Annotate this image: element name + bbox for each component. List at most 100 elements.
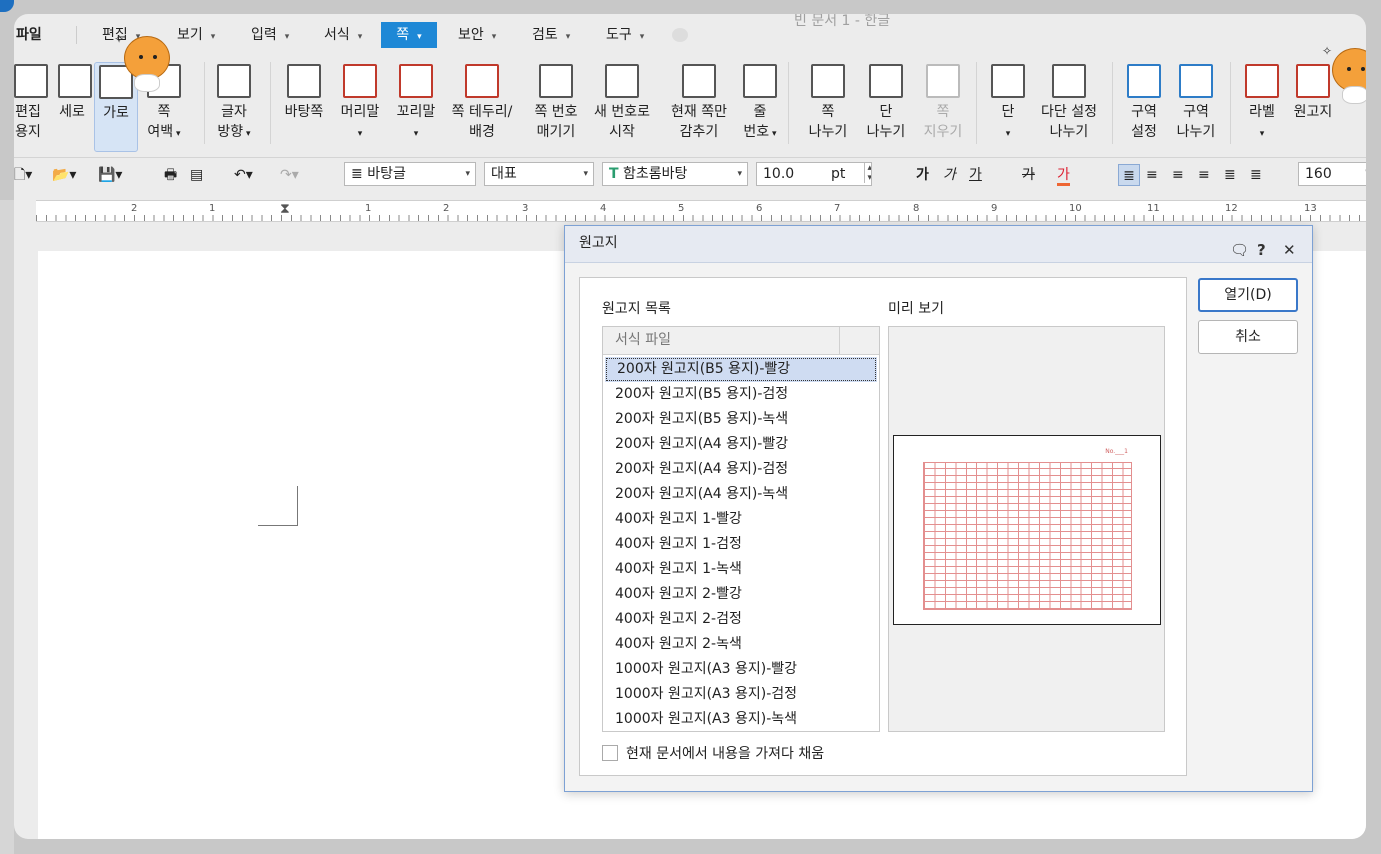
zoom-field[interactable]: 160% [1298, 162, 1366, 186]
ribbon-button-footer[interactable]: 꼬리말 ▾ [392, 62, 440, 152]
font-select[interactable]: T 함초롬바탕 ▾ [602, 162, 748, 186]
ruler-tick-label: 13 [1304, 203, 1317, 214]
menu-page[interactable]: 쪽 ▾ [381, 22, 437, 48]
list-item[interactable]: 400자 원고지 1-녹색 [603, 557, 879, 582]
header-icon [343, 64, 377, 98]
format-toolbar: 🗋▾ 📂▾ 💾▾ 🖶 ▤ ↶▾ ↷▾ ≣ 바탕글 ▾ 대표 ▾ T 함초롬바탕 ▾ 1… [14, 160, 1366, 190]
open-button[interactable]: 열기(D) [1198, 278, 1298, 312]
redo-icon[interactable]: ↷▾ [280, 164, 299, 186]
ribbon-button-page-setup[interactable]: 편집 용지 [14, 62, 48, 152]
preview-label: 미리 보기 [888, 301, 944, 317]
list-header[interactable]: 서식 파일 [603, 327, 879, 355]
menu-security[interactable]: 보안 ▾ [452, 22, 502, 48]
ribbon-button-master-page[interactable]: 바탕쪽 [278, 62, 330, 152]
page-number-icon [539, 64, 573, 98]
ribbon-button-page-border[interactable]: 쪽 테두리/배경 [446, 62, 518, 152]
dialog-panel: 원고지 목록 미리 보기 서식 파일 200자 원고지(B5 용지)-빨강 200… [579, 277, 1187, 776]
menu-file[interactable]: 파일 [14, 22, 48, 48]
ribbon-button-text-direction[interactable]: 글자 방향 ▾ [214, 62, 254, 152]
align-justify-icon[interactable]: ≣ [1118, 164, 1140, 186]
ribbon-button-label: 줄 [753, 104, 767, 120]
ribbon-button-columns[interactable]: 단 ▾ [986, 62, 1030, 152]
open-folder-icon[interactable]: 📂▾ [52, 164, 76, 186]
ribbon-button-portrait[interactable]: 세로 [58, 62, 92, 152]
menu-tools[interactable]: 도구 ▾ [600, 22, 650, 48]
ribbon-button-label: 쪽 [821, 104, 835, 120]
ribbon-button-manuscript-paper[interactable]: 원고지 [1288, 62, 1338, 152]
align-divide-icon[interactable]: ≣ [1250, 164, 1262, 186]
menu-review[interactable]: 검토 ▾ [526, 22, 576, 48]
ribbon-button-label: 나누기 [866, 124, 906, 140]
list-item[interactable]: 1000자 원고지(A3 용지)-검정 [603, 682, 879, 707]
print-icon[interactable]: 🖶 [164, 164, 177, 186]
list-item[interactable]: 1000자 원고지(A3 용지)-녹색 [603, 707, 879, 732]
bold-button[interactable]: 가 [916, 164, 929, 186]
ribbon-button-page-break[interactable]: 쪽나누기 [804, 62, 852, 152]
ribbon-separator [788, 62, 789, 144]
save-icon[interactable]: 💾▾ [98, 164, 122, 186]
ribbon-button-delete-page[interactable]: 쪽 지우기 [920, 62, 966, 152]
column-break-icon [869, 64, 903, 98]
list-item[interactable]: 200자 원고지(A4 용지)-녹색 [603, 482, 879, 507]
user-icon[interactable] [672, 28, 688, 42]
align-distribute-icon[interactable]: ≣ [1224, 164, 1236, 186]
ribbon-button-column-break[interactable]: 단 나누기 [862, 62, 910, 152]
cancel-button[interactable]: 취소 [1198, 320, 1298, 354]
ribbon-button-label: 나누기 [1049, 124, 1089, 140]
font-size-field[interactable]: 10.0 pt ▴ ▾ [756, 162, 872, 186]
fill-content-checkbox[interactable]: 현재 문서에서 내용을 가져다 채움 [602, 743, 824, 763]
list-item[interactable]: 200자 원고지(B5 용지)-빨강 [605, 357, 877, 382]
new-document-icon[interactable]: 🗋▾ [14, 164, 32, 186]
ribbon-button-label[interactable]: 라벨 ▾ [1242, 62, 1282, 152]
strike-button[interactable]: 가 [1022, 164, 1035, 186]
close-icon[interactable]: ✕ [1283, 233, 1296, 267]
ribbon-button-line-number[interactable]: 줄 번호 ▾ [738, 62, 782, 152]
ribbon-button-label: 나누기 [808, 124, 848, 140]
list-item[interactable]: 1000자 원고지(A3 용지)-빨강 [603, 657, 879, 682]
list-item[interactable]: 200자 원고지(B5 용지)-검정 [603, 382, 879, 407]
ruler-tick-label: 10 [1069, 203, 1082, 214]
style-select[interactable]: ≣ 바탕글 ▾ [344, 162, 476, 186]
undo-icon[interactable]: ↶▾ [234, 164, 253, 186]
checkbox-box[interactable] [602, 745, 618, 761]
ribbon-button-hide-page[interactable]: 현재 쪽만 감추기 [660, 62, 738, 152]
ribbon-button-section-break[interactable]: 구역 나누기 [1174, 62, 1218, 152]
align-right-icon[interactable]: ≡ [1198, 164, 1210, 186]
font-color-button[interactable]: 가 [1057, 164, 1070, 186]
ribbon-button-page-number[interactable]: 쪽 번호 매기기 [526, 62, 586, 152]
preview-icon[interactable]: ▤ [190, 164, 203, 186]
align-left-icon[interactable]: ≡ [1146, 164, 1158, 186]
list-item[interactable]: 400자 원고지 1-검정 [603, 532, 879, 557]
preview-paper: No.___1 [893, 435, 1161, 625]
template-list[interactable]: 서식 파일 200자 원고지(B5 용지)-빨강 200자 원고지(B5 용지)-… [602, 326, 880, 732]
list-item[interactable]: 200자 원고지(A4 용지)-검정 [603, 457, 879, 482]
list-item[interactable]: 200자 원고지(B5 용지)-녹색 [603, 407, 879, 432]
help-icon[interactable]: ? [1257, 233, 1266, 267]
list-item[interactable]: 400자 원고지 2-검정 [603, 607, 879, 632]
italic-button[interactable]: 가 [943, 164, 956, 186]
list-item[interactable]: 400자 원고지 2-녹색 [603, 632, 879, 657]
list-item[interactable]: 200자 원고지(A4 용지)-빨강 [603, 432, 879, 457]
align-center-icon[interactable]: ≡ [1172, 164, 1184, 186]
ribbon-button-label: 지우기 [923, 124, 963, 140]
ribbon-button-multi-column[interactable]: 다단 설정 나누기 [1036, 62, 1102, 152]
comment-icon[interactable]: 🗨 [1230, 233, 1249, 267]
section-break-icon [1179, 64, 1213, 98]
ruler-tick-label: 7 [834, 203, 841, 214]
menu-insert[interactable]: 입력 ▾ [245, 22, 295, 48]
menu-format[interactable]: 서식 ▾ [318, 22, 368, 48]
ruler-tick-label: 1 [209, 203, 216, 214]
underline-button[interactable]: 가 [969, 164, 982, 186]
ribbon-button-section-setup[interactable]: 구역 설정 [1124, 62, 1164, 152]
indent-marker-icon[interactable]: ⧗ [280, 201, 290, 217]
ribbon-button-label: 구역 [1131, 104, 1157, 120]
ribbon-button-new-number[interactable]: 새 번호로 시작 [588, 62, 656, 152]
list-item[interactable]: 400자 원고지 1-빨강 [603, 507, 879, 532]
ribbon-button-label: 라벨 [1249, 104, 1275, 120]
horizontal-ruler[interactable]: 211234567891011121314⧗ [36, 200, 1366, 222]
list-item[interactable]: 400자 원고지 2-빨강 [603, 582, 879, 607]
language-select[interactable]: 대표 ▾ [484, 162, 594, 186]
character-sticker: ✧ [1322, 44, 1366, 104]
ribbon-button-header[interactable]: 머리말 ▾ [336, 62, 384, 152]
menu-view[interactable]: 보기 ▾ [171, 22, 221, 48]
